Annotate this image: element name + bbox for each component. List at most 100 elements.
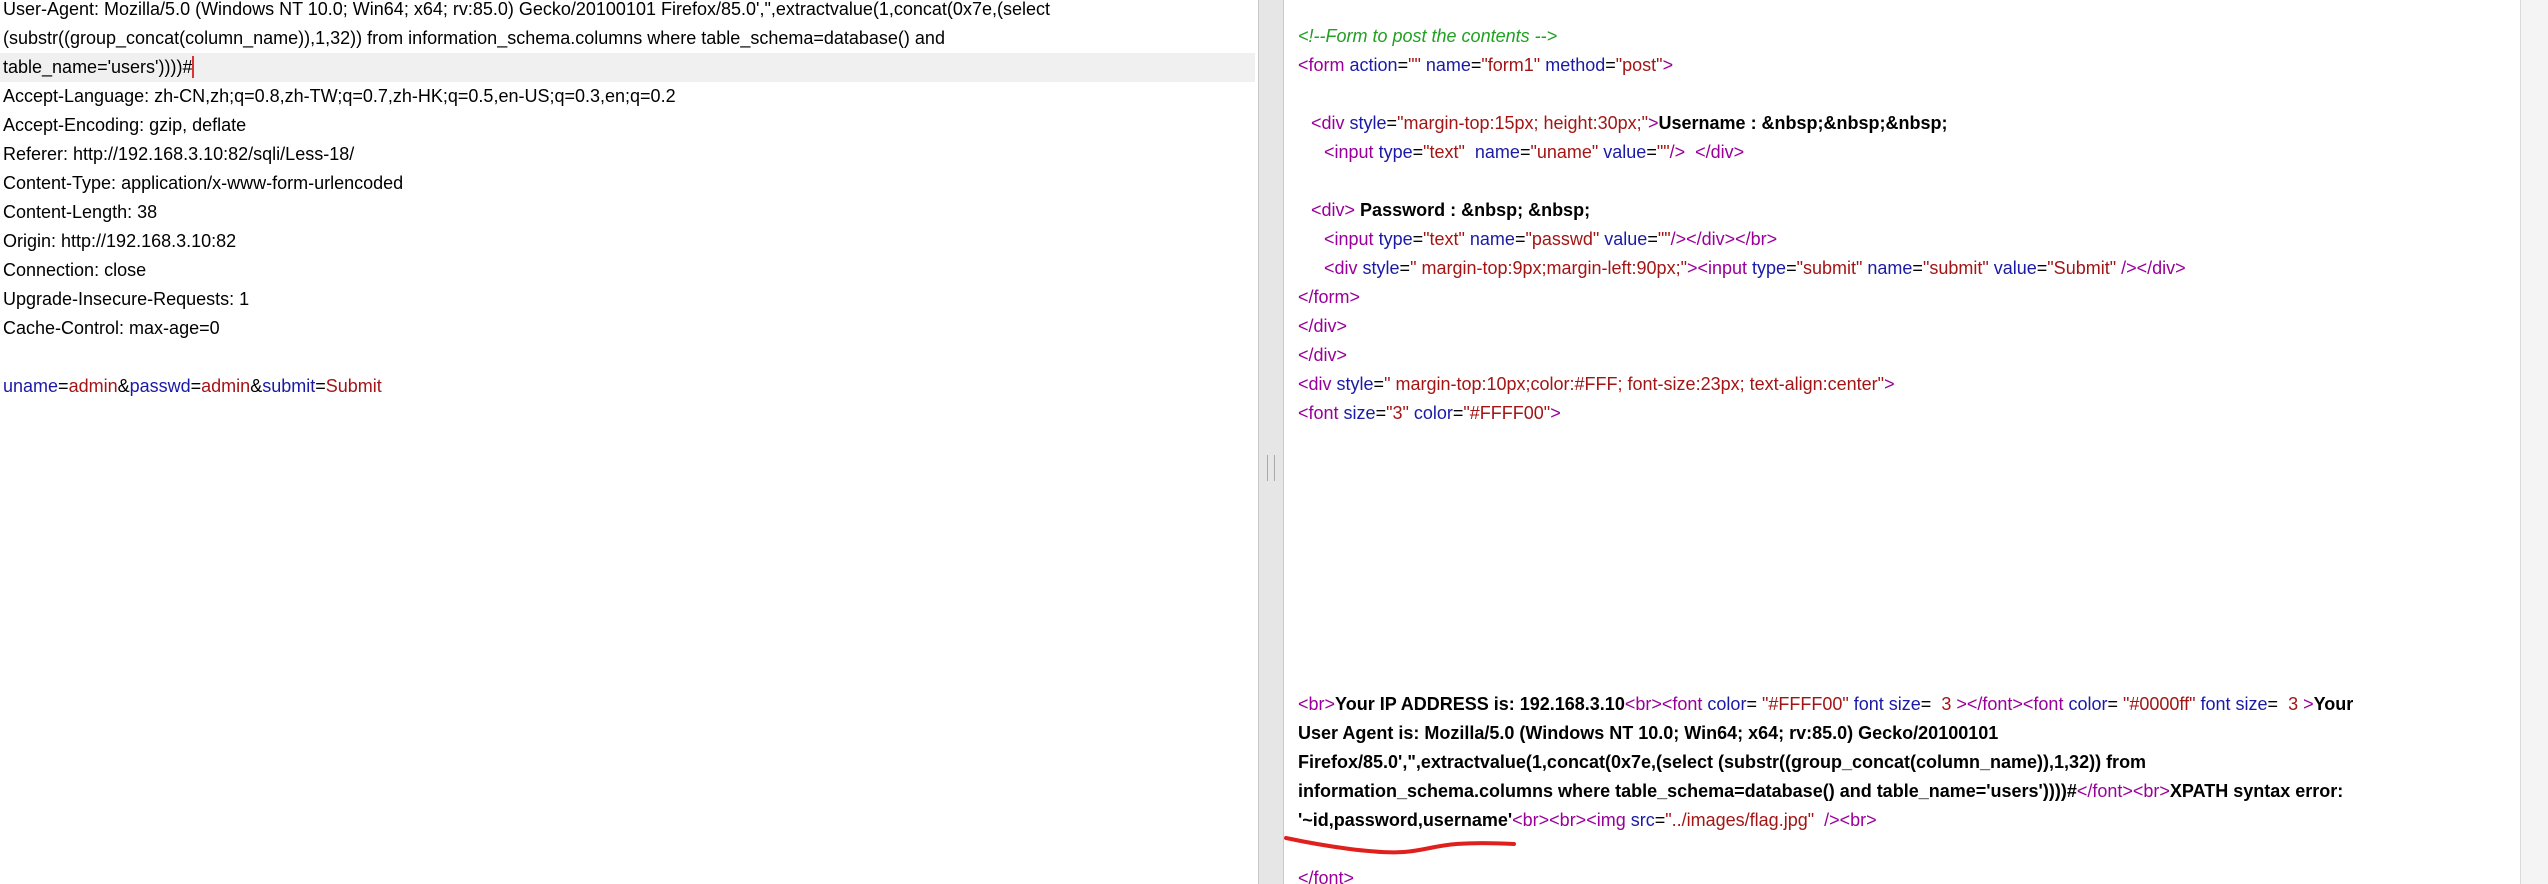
attr-value: "" bbox=[1656, 142, 1670, 162]
tag-bracket: > bbox=[1648, 113, 1659, 133]
label-text: Username : &nbsp;&nbsp;&nbsp; bbox=[1658, 113, 1948, 133]
form-close-line: </form> bbox=[1298, 287, 1361, 307]
attr-value: 3 bbox=[2283, 694, 2304, 714]
tag-bracket: < bbox=[1324, 229, 1335, 249]
tag-bracket: > bbox=[1344, 200, 1356, 220]
attr-eq: = bbox=[2036, 258, 2048, 278]
div-style-line: <div style=" margin-top:10px;color:#FFF;… bbox=[1298, 370, 1895, 399]
header-line: Cache-Control: max-age=0 bbox=[3, 318, 220, 338]
form-open-line: <form action="" name="form1" method="pos… bbox=[1298, 51, 1673, 80]
text-caret bbox=[192, 56, 195, 78]
param-value: admin bbox=[201, 376, 251, 396]
attr-name: style bbox=[1344, 113, 1387, 133]
vertical-scrollbar[interactable] bbox=[2520, 0, 2548, 884]
result-line-3: Firefox/85.0',",extractvalue(1,concat(0x… bbox=[1298, 752, 2147, 772]
attr-eq: = bbox=[1373, 374, 1385, 394]
tag-name: font bbox=[1982, 694, 2013, 714]
attr-eq: = bbox=[1646, 142, 1657, 162]
param-key: uname bbox=[3, 376, 59, 396]
tag-name: input bbox=[1334, 142, 1374, 162]
tag-name: div bbox=[1308, 374, 1332, 394]
attr-name: name bbox=[1464, 229, 1515, 249]
tag-name: form bbox=[1308, 55, 1345, 75]
attr-eq: = bbox=[1412, 142, 1424, 162]
attr-name: type bbox=[1373, 229, 1413, 249]
param-eq: = bbox=[315, 376, 326, 396]
header-line: Origin: http://192.168.3.10:82 bbox=[3, 231, 237, 251]
tag-bracket: /></ bbox=[2116, 258, 2153, 278]
attr-eq: = bbox=[1786, 258, 1797, 278]
attr-value: "#0000ff" bbox=[2122, 694, 2196, 714]
attr-value: "margin-top:15px; height:30px;" bbox=[1397, 113, 1648, 133]
tag-bracket: < bbox=[1298, 403, 1309, 423]
div-submit-line: <div style=" margin-top:9px;margin-left:… bbox=[1324, 254, 2186, 283]
attr-name: value bbox=[1598, 142, 1647, 162]
attr-eq: = bbox=[1375, 403, 1387, 423]
tag-name: div bbox=[1321, 200, 1345, 220]
close-tag: </div> bbox=[1695, 142, 1745, 162]
attr-name: color bbox=[2063, 694, 2108, 714]
attr-name: type bbox=[1747, 258, 1787, 278]
div-close-line: </div> bbox=[1298, 345, 1348, 365]
attr-eq: = bbox=[1452, 403, 1464, 423]
tag-bracket: ></ bbox=[1956, 694, 1983, 714]
tag-name: font bbox=[1672, 694, 1703, 714]
tag-name: div bbox=[1321, 113, 1345, 133]
attr-value: " margin-top:10px;color:#FFF; font-size:… bbox=[1384, 374, 1885, 394]
param-value: admin bbox=[68, 376, 118, 396]
tag-bracket: /> bbox=[1670, 229, 1687, 249]
attr-eq: = bbox=[1514, 229, 1526, 249]
attr-value: "submit" bbox=[1922, 258, 1989, 278]
font-close-line: </font> bbox=[1298, 868, 1355, 884]
attr-value: "#FFFF00" bbox=[1761, 694, 1849, 714]
attr-value: "uname" bbox=[1530, 142, 1599, 162]
ip-address-text: Your IP ADDRESS is: 192.168.3.10 bbox=[1335, 694, 1625, 714]
attr-eq: = bbox=[1920, 694, 1937, 714]
attr-eq: = bbox=[1399, 258, 1411, 278]
attr-name: style bbox=[1331, 374, 1374, 394]
request-line: (substr((group_concat(column_name)),1,32… bbox=[3, 28, 945, 48]
tag-bracket: /> bbox=[1669, 142, 1686, 162]
tag-bracket: < bbox=[1311, 113, 1322, 133]
tag-bracket: >< bbox=[1686, 258, 1708, 278]
attr-value: "text" bbox=[1423, 142, 1465, 162]
div-close-line: </div> bbox=[1298, 316, 1348, 336]
param-sep: & bbox=[250, 376, 263, 396]
header-line: Referer: http://192.168.3.10:82/sqli/Les… bbox=[3, 144, 355, 164]
attr-value: "post" bbox=[1615, 55, 1663, 75]
header-line: Upgrade-Insecure-Requests: 1 bbox=[3, 289, 250, 309]
pane-splitter[interactable] bbox=[1258, 0, 1284, 884]
request-editor[interactable]: User-Agent: Mozilla/5.0 (Windows NT 10.0… bbox=[0, 0, 1258, 884]
tag-bracket: > bbox=[2175, 258, 2186, 278]
attr-eq: = bbox=[1654, 810, 1666, 830]
attr-eq: = bbox=[1912, 258, 1923, 278]
attr-name: type bbox=[1373, 142, 1413, 162]
attr-value: "Submit" bbox=[2047, 258, 2117, 278]
tag-name: font bbox=[2033, 694, 2064, 714]
param-eq: = bbox=[58, 376, 69, 396]
response-viewer[interactable]: <!--Form to post the contents --> <form … bbox=[1284, 0, 2520, 884]
request-body: uname=admin&passwd=admin&submit=Submit bbox=[3, 372, 382, 401]
attr-name: size bbox=[1338, 403, 1376, 423]
tag-bracket: > bbox=[1662, 55, 1674, 75]
attr-value: "3" bbox=[1386, 403, 1409, 423]
close-tag: </font><br> bbox=[2076, 781, 2170, 801]
attr-name: value bbox=[1988, 258, 2037, 278]
xpath-error-label: XPATH syntax error: bbox=[2169, 781, 2344, 801]
tag-bracket: < bbox=[1298, 374, 1309, 394]
attr-value: "text" bbox=[1423, 229, 1465, 249]
param-key: submit bbox=[262, 376, 316, 396]
tag-bracket: < bbox=[1311, 200, 1322, 220]
attr-name: name bbox=[1862, 258, 1913, 278]
tag-name: font bbox=[1308, 403, 1339, 423]
request-line: User-Agent: Mozilla/5.0 (Windows NT 10.0… bbox=[3, 0, 1050, 19]
tag-bracket: < bbox=[1324, 142, 1335, 162]
param-key: passwd bbox=[129, 376, 191, 396]
tag-name: input bbox=[1708, 258, 1748, 278]
user-agent-text: information_schema.columns where table_s… bbox=[1298, 781, 2077, 801]
attr-name: font size bbox=[1848, 694, 1921, 714]
attr-value: "" bbox=[1657, 229, 1671, 249]
splitter-grip[interactable] bbox=[1267, 455, 1275, 481]
attr-eq: = bbox=[1412, 229, 1424, 249]
attr-eq: = bbox=[1746, 694, 1762, 714]
